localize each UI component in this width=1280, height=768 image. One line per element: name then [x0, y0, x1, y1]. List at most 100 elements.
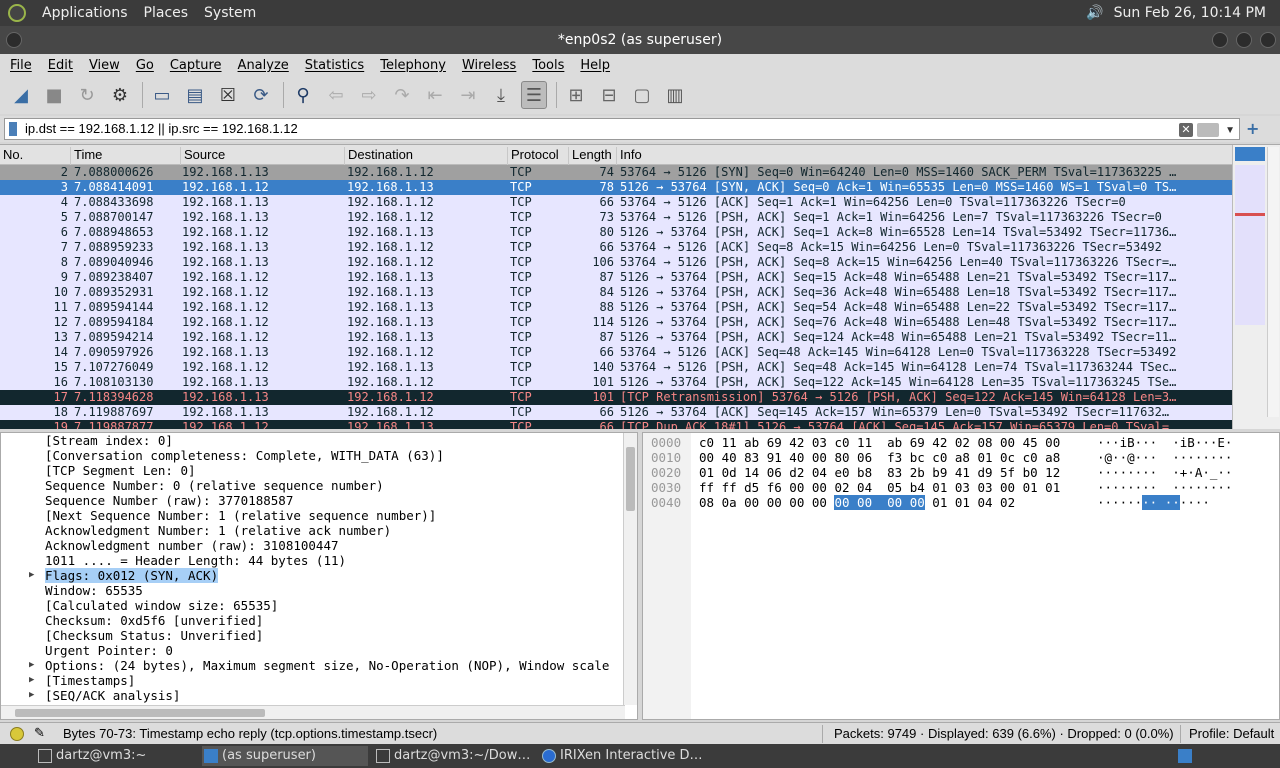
close-icon[interactable]	[1260, 32, 1276, 48]
packet-row[interactable]: 4 7.088433698 192.168.1.13 192.168.1.12 TCP 6…	[0, 195, 1232, 210]
open-file-icon[interactable]: ▭	[149, 81, 175, 109]
go-back-icon[interactable]: ⇦	[323, 81, 349, 109]
start-capture-icon[interactable]: ◢	[8, 81, 34, 109]
colorize-icon[interactable]: ☰	[521, 81, 547, 109]
detail-line[interactable]: Window: 65535	[1, 583, 625, 598]
packet-row[interactable]: 16 7.108103130 192.168.1.13 192.168.1.12 TCP…	[0, 375, 1232, 390]
zoom-in-icon[interactable]: ⊞	[563, 81, 589, 109]
packet-row[interactable]: 6 7.088948653 192.168.1.12 192.168.1.13 TCP 8…	[0, 225, 1232, 240]
column-time[interactable]: Time	[70, 147, 180, 165]
column-destination[interactable]: Destination	[344, 147, 507, 165]
clear-filter-icon[interactable]: ✕	[1179, 123, 1193, 137]
window-titlebar[interactable]: *enp0s2 (as superuser)	[0, 26, 1280, 54]
detail-line[interactable]: ▶ [Timestamps]	[1, 673, 625, 688]
detail-line[interactable]: [Next Sequence Number: 1 (relative seque…	[1, 508, 625, 523]
packet-row[interactable]: 18 7.119887697 192.168.1.13 192.168.1.12 TCP…	[0, 405, 1232, 420]
close-file-icon[interactable]: ☒	[215, 81, 241, 109]
packet-bytes-pane[interactable]: 0000 c0 11 ab 69 42 03 c0 11 ab 69 42 02 …	[642, 432, 1280, 720]
bookmark-icon[interactable]	[9, 122, 17, 136]
detail-line[interactable]: Urgent Pointer: 0	[1, 643, 625, 658]
detail-line[interactable]: Checksum: 0xd5f6 [unverified]	[1, 613, 625, 628]
resize-columns-icon[interactable]: ▥	[662, 81, 688, 109]
packet-row[interactable]: 9 7.089238407 192.168.1.12 192.168.1.13 TCP 8…	[0, 270, 1232, 285]
packet-row[interactable]: 8 7.089040946 192.168.1.13 192.168.1.12 TCP 1…	[0, 255, 1232, 270]
maximize-icon[interactable]	[1236, 32, 1252, 48]
packet-row[interactable]: 10 7.089352931 192.168.1.12 192.168.1.13 TCP…	[0, 285, 1232, 300]
detail-line[interactable]: [Calculated window size: 65535]	[1, 598, 625, 613]
expand-arrow-icon[interactable]: ▶	[29, 658, 34, 673]
volume-icon[interactable]: 🔊	[1086, 5, 1103, 21]
detail-line[interactable]: [Checksum Status: Unverified]	[1, 628, 625, 643]
detail-line[interactable]: 1011 .... = Header Length: 44 bytes (11)	[1, 553, 625, 568]
scroll-thumb[interactable]	[15, 709, 265, 717]
expand-arrow-icon[interactable]: ▶	[29, 673, 34, 688]
column-protocol[interactable]: Protocol	[507, 147, 568, 165]
scrollbar-track[interactable]	[1267, 147, 1279, 417]
packet-row[interactable]: 12 7.089594184 192.168.1.12 192.168.1.13 TCP…	[0, 315, 1232, 330]
detail-line[interactable]: [TCP Segment Len: 0]	[1, 463, 625, 478]
packet-row[interactable]: 17 7.118394628 192.168.1.13 192.168.1.12 TCP…	[0, 390, 1232, 405]
column-no[interactable]: No.	[0, 147, 70, 165]
packet-row[interactable]: 14 7.090597926 192.168.1.13 192.168.1.12 TCP…	[0, 345, 1232, 360]
menu-places[interactable]: Places	[144, 5, 189, 21]
menu-edit[interactable]: Edit	[40, 58, 81, 73]
menu-file[interactable]: File	[2, 58, 40, 73]
last-packet-icon[interactable]: ⇥	[455, 81, 481, 109]
reload-file-icon[interactable]: ⟳	[248, 81, 274, 109]
details-vertical-scrollbar[interactable]	[623, 433, 637, 705]
capture-options-icon[interactable]: ⚙	[107, 81, 133, 109]
detail-line[interactable]: Acknowledgment Number: 1 (relative ack n…	[1, 523, 625, 538]
go-to-packet-icon[interactable]: ↷	[389, 81, 415, 109]
minimap-thumb[interactable]	[1235, 147, 1265, 161]
chevron-down-icon[interactable]: ▼	[1225, 121, 1235, 141]
menu-capture[interactable]: Capture	[162, 58, 230, 73]
detail-line[interactable]: ▶ Options: (24 bytes), Maximum segment si…	[1, 658, 625, 673]
packet-list-scrollbar[interactable]	[1232, 145, 1280, 429]
comment-icon[interactable]: ✎	[34, 725, 45, 741]
window-menu-icon[interactable]	[6, 32, 22, 48]
packet-row[interactable]: 3 7.088414091 192.168.1.12 192.168.1.13 TCP 7…	[0, 180, 1232, 195]
column-source[interactable]: Source	[180, 147, 344, 165]
stop-capture-icon[interactable]: ■	[41, 81, 67, 109]
detail-line[interactable]: Sequence Number: 0 (relative sequence nu…	[1, 478, 625, 493]
expert-info-icon[interactable]	[10, 727, 24, 741]
menu-system[interactable]: System	[204, 5, 256, 21]
menu-telephony[interactable]: Telephony	[372, 58, 454, 73]
minimize-icon[interactable]	[1212, 32, 1228, 48]
packet-details-pane[interactable]: [Stream index: 0] [Conversation completen…	[0, 432, 638, 720]
add-filter-button-icon[interactable]: +	[1246, 119, 1259, 138]
save-file-icon[interactable]: ▤	[182, 81, 208, 109]
task-tray-wireshark[interactable]	[1172, 746, 1200, 766]
details-horizontal-scrollbar[interactable]	[1, 705, 625, 719]
go-forward-icon[interactable]: ⇨	[356, 81, 382, 109]
menu-wireless[interactable]: Wireless	[454, 58, 524, 73]
distro-logo-icon[interactable]	[8, 4, 26, 22]
detail-line[interactable]: [Stream index: 0]	[1, 433, 625, 448]
detail-line[interactable]: Sequence Number (raw): 3770188587	[1, 493, 625, 508]
packet-row[interactable]: 7 7.088959233 192.168.1.13 192.168.1.12 TCP 6…	[0, 240, 1232, 255]
display-filter-input[interactable]: ip.dst == 192.168.1.12 || ip.src == 192.…	[4, 118, 1240, 140]
packet-row[interactable]: 5 7.088700147 192.168.1.13 192.168.1.12 TCP 7…	[0, 210, 1232, 225]
find-packet-icon[interactable]: ⚲	[290, 81, 316, 109]
profile-label[interactable]: Profile: Default	[1189, 726, 1274, 741]
task-terminal-home[interactable]: dartz@vm3:~	[36, 746, 196, 766]
first-packet-icon[interactable]: ⇤	[422, 81, 448, 109]
task-terminal-downloads[interactable]: dartz@vm3:~/Dow…	[374, 746, 536, 766]
packet-row[interactable]: 19 7.119887877 192.168.1.12 192.168.1.13 TCP…	[0, 420, 1232, 429]
restart-capture-icon[interactable]: ↻	[74, 81, 100, 109]
menu-go[interactable]: Go	[128, 58, 162, 73]
scroll-thumb[interactable]	[626, 447, 635, 511]
detail-line[interactable]: ▶ Flags: 0x012 (SYN, ACK)	[1, 568, 625, 583]
expand-arrow-icon[interactable]: ▶	[29, 688, 34, 703]
zoom-out-icon[interactable]: ⊟	[596, 81, 622, 109]
packet-row[interactable]: 2 7.088000626 192.168.1.13 192.168.1.12 TCP 7…	[0, 165, 1232, 180]
packet-row[interactable]: 15 7.107276049 192.168.1.12 192.168.1.13 TCP…	[0, 360, 1232, 375]
column-info[interactable]: Info	[616, 147, 1232, 165]
apply-filter-icon[interactable]	[1197, 123, 1219, 137]
autoscroll-icon[interactable]: ⤓	[488, 81, 514, 109]
task-browser[interactable]: IRIXen Interactive D…	[540, 746, 706, 766]
packet-row[interactable]: 13 7.089594214 192.168.1.12 192.168.1.13 TCP…	[0, 330, 1232, 345]
detail-line[interactable]: Acknowledgment number (raw): 3108100447	[1, 538, 625, 553]
menu-applications[interactable]: Applications	[42, 5, 128, 21]
normal-size-icon[interactable]: ▢	[629, 81, 655, 109]
